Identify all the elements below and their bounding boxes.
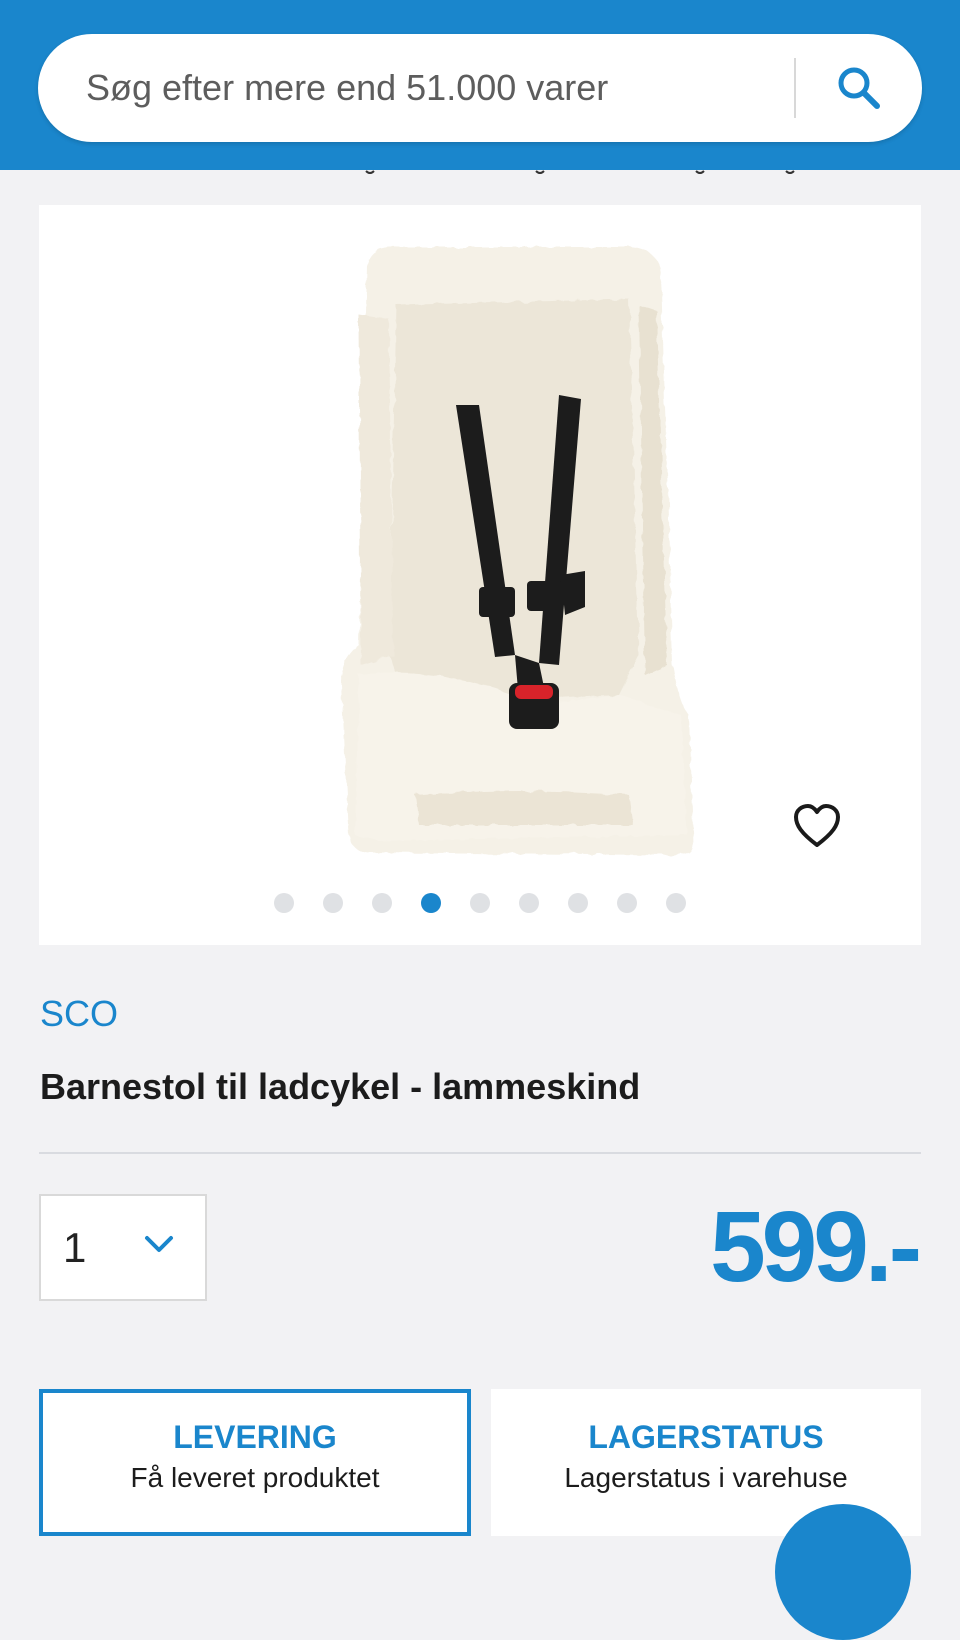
product-price: 599.-: [710, 1191, 922, 1303]
product-title: Barnestol til ladcykel - lammeskind: [40, 1066, 641, 1107]
product-image: [341, 246, 693, 855]
search-bar: [38, 34, 922, 142]
floating-action-button[interactable]: [775, 1504, 911, 1640]
search-button[interactable]: [814, 48, 904, 128]
carousel-pagination: [39, 893, 921, 913]
delivery-title: LEVERING: [173, 1419, 337, 1455]
brand-link[interactable]: SCO: [40, 993, 118, 1035]
favorite-button[interactable]: [791, 801, 843, 853]
delivery-subtitle: Få leveret produktet: [130, 1462, 380, 1493]
top-header: [0, 0, 960, 170]
carousel-dot[interactable]: [568, 893, 588, 913]
carousel-dot[interactable]: [470, 893, 490, 913]
chevron-down-icon: [145, 1236, 173, 1252]
carousel-dot[interactable]: [372, 893, 392, 913]
heart-icon: [794, 804, 840, 847]
stock-status-subtitle: Lagerstatus i varehuse: [564, 1462, 848, 1493]
product-image-carousel[interactable]: [39, 205, 921, 945]
carousel-dot[interactable]: [666, 893, 686, 913]
carousel-dot[interactable]: [617, 893, 637, 913]
carousel-dot[interactable]: [274, 893, 294, 913]
divider: [39, 1152, 921, 1154]
delivery-panel[interactable]: LEVERING Få leveret produktet: [39, 1389, 471, 1536]
search-icon: [838, 67, 880, 109]
search-divider: [794, 58, 796, 118]
carousel-dot[interactable]: [323, 893, 343, 913]
search-input[interactable]: [86, 34, 786, 142]
cropped-content-edge: [365, 170, 795, 174]
carousel-dot[interactable]: [519, 893, 539, 913]
quantity-value: 1: [63, 1224, 87, 1271]
quantity-select[interactable]: 1: [39, 1194, 207, 1301]
stock-status-title: LAGERSTATUS: [588, 1419, 824, 1455]
carousel-dot-active[interactable]: [421, 893, 441, 913]
